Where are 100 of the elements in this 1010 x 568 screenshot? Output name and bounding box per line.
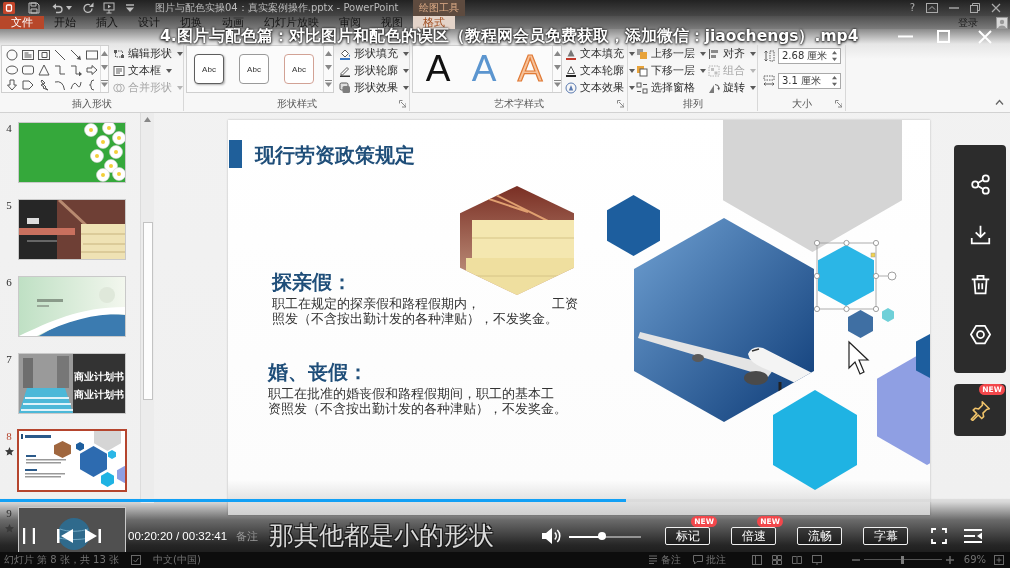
right-arrow-icon[interactable] [86,63,98,76]
wordart-swatch[interactable]: A [416,47,460,91]
monitor-play-icon[interactable] [103,2,115,14]
resize-handle[interactable] [814,306,820,312]
gallery-more-icon[interactable] [325,80,332,88]
fullscreen-icon[interactable] [931,528,947,544]
style-gallery[interactable]: Abc Abc Abc [186,45,334,93]
ribbon-tab[interactable]: 文件 [0,16,44,29]
resize-handle[interactable] [873,240,879,246]
maximize-icon[interactable] [937,30,950,43]
close-icon[interactable] [991,3,1001,13]
style-swatch[interactable]: Abc [284,54,314,84]
slide-thumbnail[interactable] [18,276,126,337]
scroll-up-icon[interactable] [101,50,108,56]
subtitles-button[interactable]: 字幕 [863,527,908,545]
ribbon-button[interactable]: 选择窗格 [636,79,708,96]
ribbon-button[interactable]: 形状轮廓 [339,62,409,79]
volume-icon[interactable] [542,528,561,544]
playback-speed-button[interactable]: 倍速 [731,527,776,545]
help-button[interactable]: ? [909,2,915,14]
minus-icon[interactable] [851,559,860,561]
scroll-up-icon[interactable] [553,50,561,56]
download-icon[interactable] [969,224,991,245]
plus-icon[interactable] [945,556,954,564]
ribbon-button[interactable]: 编辑形状 [113,45,183,62]
rounded-rectangle-icon[interactable] [22,63,34,76]
split-panel-icon[interactable] [751,555,762,565]
resize-handle[interactable] [873,306,879,312]
style-swatch[interactable]: Abc [239,54,269,84]
video-quality-button[interactable]: 流畅 [797,527,842,545]
ribbon-button[interactable]: 形状效果 [339,79,409,96]
previous-icon[interactable] [57,529,73,543]
dialog-launcher-icon[interactable] [834,100,842,108]
bookmark-button[interactable]: 标记 [665,527,710,545]
delete-icon[interactable] [969,274,991,295]
slider-handle[interactable] [598,532,607,540]
zoom-level-text[interactable]: 69% [963,554,986,566]
ribbon-display-icon[interactable] [926,3,938,13]
notes-placeholder[interactable]: 备注 [236,529,258,543]
ribbon-button[interactable]: 下移一层 [636,62,708,79]
down-arrow-icon[interactable] [6,78,18,91]
redo-icon[interactable] [82,2,94,14]
next-icon[interactable] [85,529,101,543]
resize-handle[interactable] [843,306,850,312]
collapse-ribbon-icon[interactable] [995,99,1004,106]
ribbon-button[interactable]: 旋转 [708,79,756,96]
ribbon-button[interactable]: 文本框 [113,62,183,79]
restore-icon[interactable] [970,3,980,13]
triangle-icon[interactable] [38,63,50,76]
resize-handle[interactable] [814,240,820,246]
monitor-icon[interactable] [811,555,822,565]
elbow-arrow-icon[interactable] [70,63,82,76]
grid-icon[interactable] [771,555,782,565]
line-arrow-icon[interactable] [70,48,82,61]
spinner-icon[interactable] [832,51,837,61]
ribbon-button[interactable]: 文本效果 [565,79,635,96]
slide-thumbnail[interactable] [18,199,126,260]
slide-thumbnail[interactable] [18,507,126,552]
gallery-more-icon[interactable] [553,80,561,88]
arc-icon[interactable] [54,78,66,91]
slide-thumbnail[interactable] [18,122,126,183]
oval-icon[interactable] [6,48,18,61]
resize-handle[interactable] [873,273,879,279]
dialog-launcher-icon[interactable] [616,100,624,108]
ribbon-button[interactable]: 形状填充 [339,45,409,62]
scroll-down-icon[interactable] [553,65,561,71]
resize-handle[interactable] [843,240,850,246]
ribbon-button[interactable]: 文本填充 [565,45,635,62]
gallery-more-icon[interactable] [101,80,108,88]
rectangle-icon[interactable] [86,48,98,61]
scrollbar[interactable] [140,113,154,503]
slider-handle[interactable] [901,556,905,564]
style-swatch[interactable]: Abc [194,54,224,84]
line-icon[interactable] [54,48,66,61]
text-box-icon[interactable] [22,48,34,61]
lightning-icon[interactable] [38,78,50,91]
save-icon[interactable] [28,2,40,14]
pentagon-icon[interactable] [22,78,34,91]
scroll-down-icon[interactable] [101,65,108,71]
dialog-launcher-icon[interactable] [398,100,406,108]
ellipse-icon[interactable] [6,63,18,76]
scrollbar-thumb[interactable] [142,222,153,400]
resize-handle[interactable] [814,273,820,279]
size-field[interactable]: 2.68 厘米 [778,48,841,64]
tick-box-icon[interactable] [131,555,141,565]
open-book-icon[interactable] [791,555,802,565]
language-text[interactable]: 中文(中国) [153,554,201,566]
size-field[interactable]: 3.1 厘米 [778,73,841,89]
image-frame-icon[interactable] [38,48,50,61]
comments-button[interactable]: 批注 [692,554,726,566]
ribbon-button[interactable]: 对齐 [708,45,756,62]
spinner-icon[interactable] [832,76,837,86]
caret-icon[interactable] [66,6,72,10]
playlist-icon[interactable] [964,529,982,543]
ribbon-button[interactable]: 文本轮廓 [565,62,635,79]
scroll-up-icon[interactable] [325,50,332,56]
slide-thumbnail[interactable] [17,429,127,492]
wordart-gallery[interactable]: A A A [412,45,562,93]
shape-gallery[interactable] [1,45,109,93]
account-icon[interactable] [996,16,1008,29]
